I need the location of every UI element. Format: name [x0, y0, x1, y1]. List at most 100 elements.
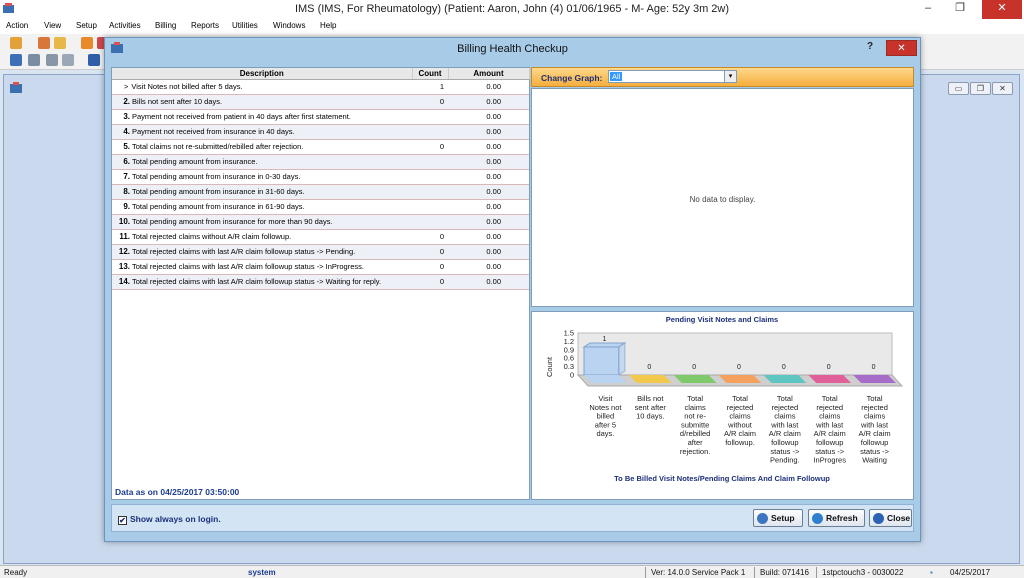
show-always-on-login-checkbox[interactable]: ✔ Show always on login. — [118, 514, 221, 525]
x-category-label: claims — [685, 403, 707, 412]
row-description: Total rejected claims without A/R claim … — [132, 232, 292, 241]
window-title: IMS (IMS, For Rheumatology) (Patient: Aa… — [294, 3, 730, 15]
x-category-label: status -> — [815, 447, 845, 456]
menu-setup[interactable]: Setup — [76, 21, 97, 30]
child-close-button[interactable]: ✕ — [992, 82, 1013, 95]
x-category-label: Notes not — [589, 403, 622, 412]
row-description-cell: > Visit Notes not billed after 5 days. — [112, 79, 412, 95]
x-category-label: rejection. — [680, 447, 710, 456]
settings-icon[interactable] — [28, 54, 40, 66]
row-count: 0 — [412, 274, 448, 290]
y-tick-label: 0 — [570, 371, 574, 380]
bar-value-label: 0 — [692, 364, 696, 371]
x-category-label: followup — [816, 438, 844, 447]
dialog-title: Billing Health Checkup — [457, 43, 568, 55]
table-row[interactable]: 7. Total pending amount from insurance in… — [112, 169, 529, 185]
menu-reports[interactable]: Reports — [191, 21, 219, 30]
child-minimize-button[interactable]: ▭ — [948, 82, 969, 95]
refresh-button[interactable]: Refresh — [808, 509, 865, 527]
refresh-button-label: Refresh — [826, 513, 858, 523]
users-icon[interactable] — [38, 37, 50, 49]
change-graph-select[interactable]: All ▾ — [608, 70, 737, 83]
window-close-button[interactable]: ✕ — [982, 0, 1022, 19]
x-axis-label: To Be Billed Visit Notes/Pending Claims … — [614, 474, 830, 483]
menu-activities[interactable]: Activities — [109, 21, 141, 30]
chart-bar-top — [582, 342, 627, 348]
x-category-label: followup — [771, 438, 799, 447]
row-description-cell: 4. Payment not received from insurance in… — [112, 124, 412, 140]
row-number: 11. — [119, 232, 130, 241]
table-row[interactable]: 12. Total rejected claims with last A/R c… — [112, 244, 529, 260]
column-header-amount[interactable]: Amount — [448, 68, 530, 80]
table-row[interactable]: 9. Total pending amount from insurance in… — [112, 199, 529, 215]
child-restore-button[interactable]: ❐ — [970, 82, 991, 95]
table-row[interactable]: 11. Total rejected claims without A/R cla… — [112, 229, 529, 245]
change-graph-label: Change Graph: — [541, 73, 603, 83]
x-category-label: submitte — [681, 420, 709, 429]
document-icon[interactable] — [62, 54, 74, 66]
status-date: 04/25/2017 — [950, 568, 991, 577]
status-bar: Ready system Ver: 14.0.0 Service Pack 1 … — [0, 565, 1024, 578]
row-description-cell: 13. Total rejected claims with last A/R c… — [112, 259, 412, 275]
close-button[interactable]: Close — [869, 509, 912, 527]
table-row[interactable]: 8. Total pending amount from insurance in… — [112, 184, 529, 200]
column-header-description[interactable]: Description — [112, 68, 413, 80]
x-category-label: with last — [860, 420, 889, 429]
row-count — [412, 199, 448, 215]
row-count — [412, 214, 448, 230]
row-description: Total rejected claims with last A/R clai… — [132, 262, 364, 271]
x-category-label: after — [688, 438, 704, 447]
user-edit-icon[interactable] — [54, 37, 66, 49]
help-button[interactable]: ? — [867, 41, 873, 52]
dialog-close-button[interactable]: ✕ — [886, 40, 917, 56]
row-amount: 0.00 — [448, 229, 529, 245]
menu-billing[interactable]: Billing — [155, 21, 176, 30]
column-header-count[interactable]: Count — [412, 68, 449, 80]
menu-windows[interactable]: Windows — [273, 21, 305, 30]
no-data-message: No data to display. — [689, 195, 756, 204]
save-icon[interactable] — [88, 54, 100, 66]
chart-bar — [583, 346, 620, 376]
search-icon[interactable] — [10, 54, 22, 66]
row-number: 7. — [123, 172, 130, 181]
chevron-down-icon[interactable]: ▾ — [724, 71, 736, 82]
row-description: Total pending amount from insurance in 3… — [132, 187, 305, 196]
row-description: Total pending amount from insurance for … — [132, 217, 333, 226]
menu-utilities[interactable]: Utilities — [232, 21, 258, 30]
row-amount: 0.00 — [448, 184, 529, 200]
table-row[interactable]: 6. Total pending amount from insurance. 0.… — [112, 154, 529, 170]
table-row[interactable]: 10. Total pending amount from insurance f… — [112, 214, 529, 230]
row-description-cell: 11. Total rejected claims without A/R cla… — [112, 229, 412, 245]
restore-button[interactable]: ❐ — [946, 0, 974, 19]
x-category-label: with last — [770, 420, 799, 429]
x-category-label: Waiting — [862, 456, 887, 465]
patient-icon[interactable] — [10, 37, 22, 49]
folder-icon[interactable] — [81, 37, 93, 49]
row-count — [412, 109, 448, 125]
table-row[interactable]: 13. Total rejected claims with last A/R c… — [112, 259, 529, 275]
row-amount: 0.00 — [448, 214, 529, 230]
status-user: system — [248, 568, 276, 577]
row-description: Payment not received from insurance in 4… — [132, 127, 295, 136]
table-row[interactable]: > Visit Notes not billed after 5 days. 1 0.… — [112, 79, 529, 95]
menu-bar: Action View Setup Activities Billing Rep… — [0, 19, 1024, 34]
row-count — [412, 154, 448, 170]
x-category-label: A/R claim — [769, 429, 801, 438]
checkbox-check-icon[interactable]: ✔ — [118, 516, 127, 525]
table-row[interactable]: 2. Bills not sent after 10 days. 0 0.00 — [112, 94, 529, 110]
x-category-label: status -> — [860, 447, 890, 456]
menu-view[interactable]: View — [44, 21, 61, 30]
minimize-button[interactable]: – — [914, 0, 942, 19]
table-row[interactable]: 14. Total rejected claims with last A/R c… — [112, 274, 529, 290]
table-row[interactable]: 5. Total claims not re-submitted/rebilled… — [112, 139, 529, 155]
menu-help[interactable]: Help — [320, 21, 336, 30]
bar-value-label: 0 — [872, 364, 876, 371]
edit-icon[interactable] — [46, 54, 58, 66]
menu-action[interactable]: Action — [6, 21, 28, 30]
table-row[interactable]: 4. Payment not received from insurance in… — [112, 124, 529, 140]
table-row[interactable]: 3. Payment not received from patient in 4… — [112, 109, 529, 125]
row-amount: 0.00 — [448, 109, 529, 125]
setup-button[interactable]: Setup — [753, 509, 803, 527]
chart-bar-side — [618, 342, 626, 376]
status-separator — [754, 567, 755, 578]
